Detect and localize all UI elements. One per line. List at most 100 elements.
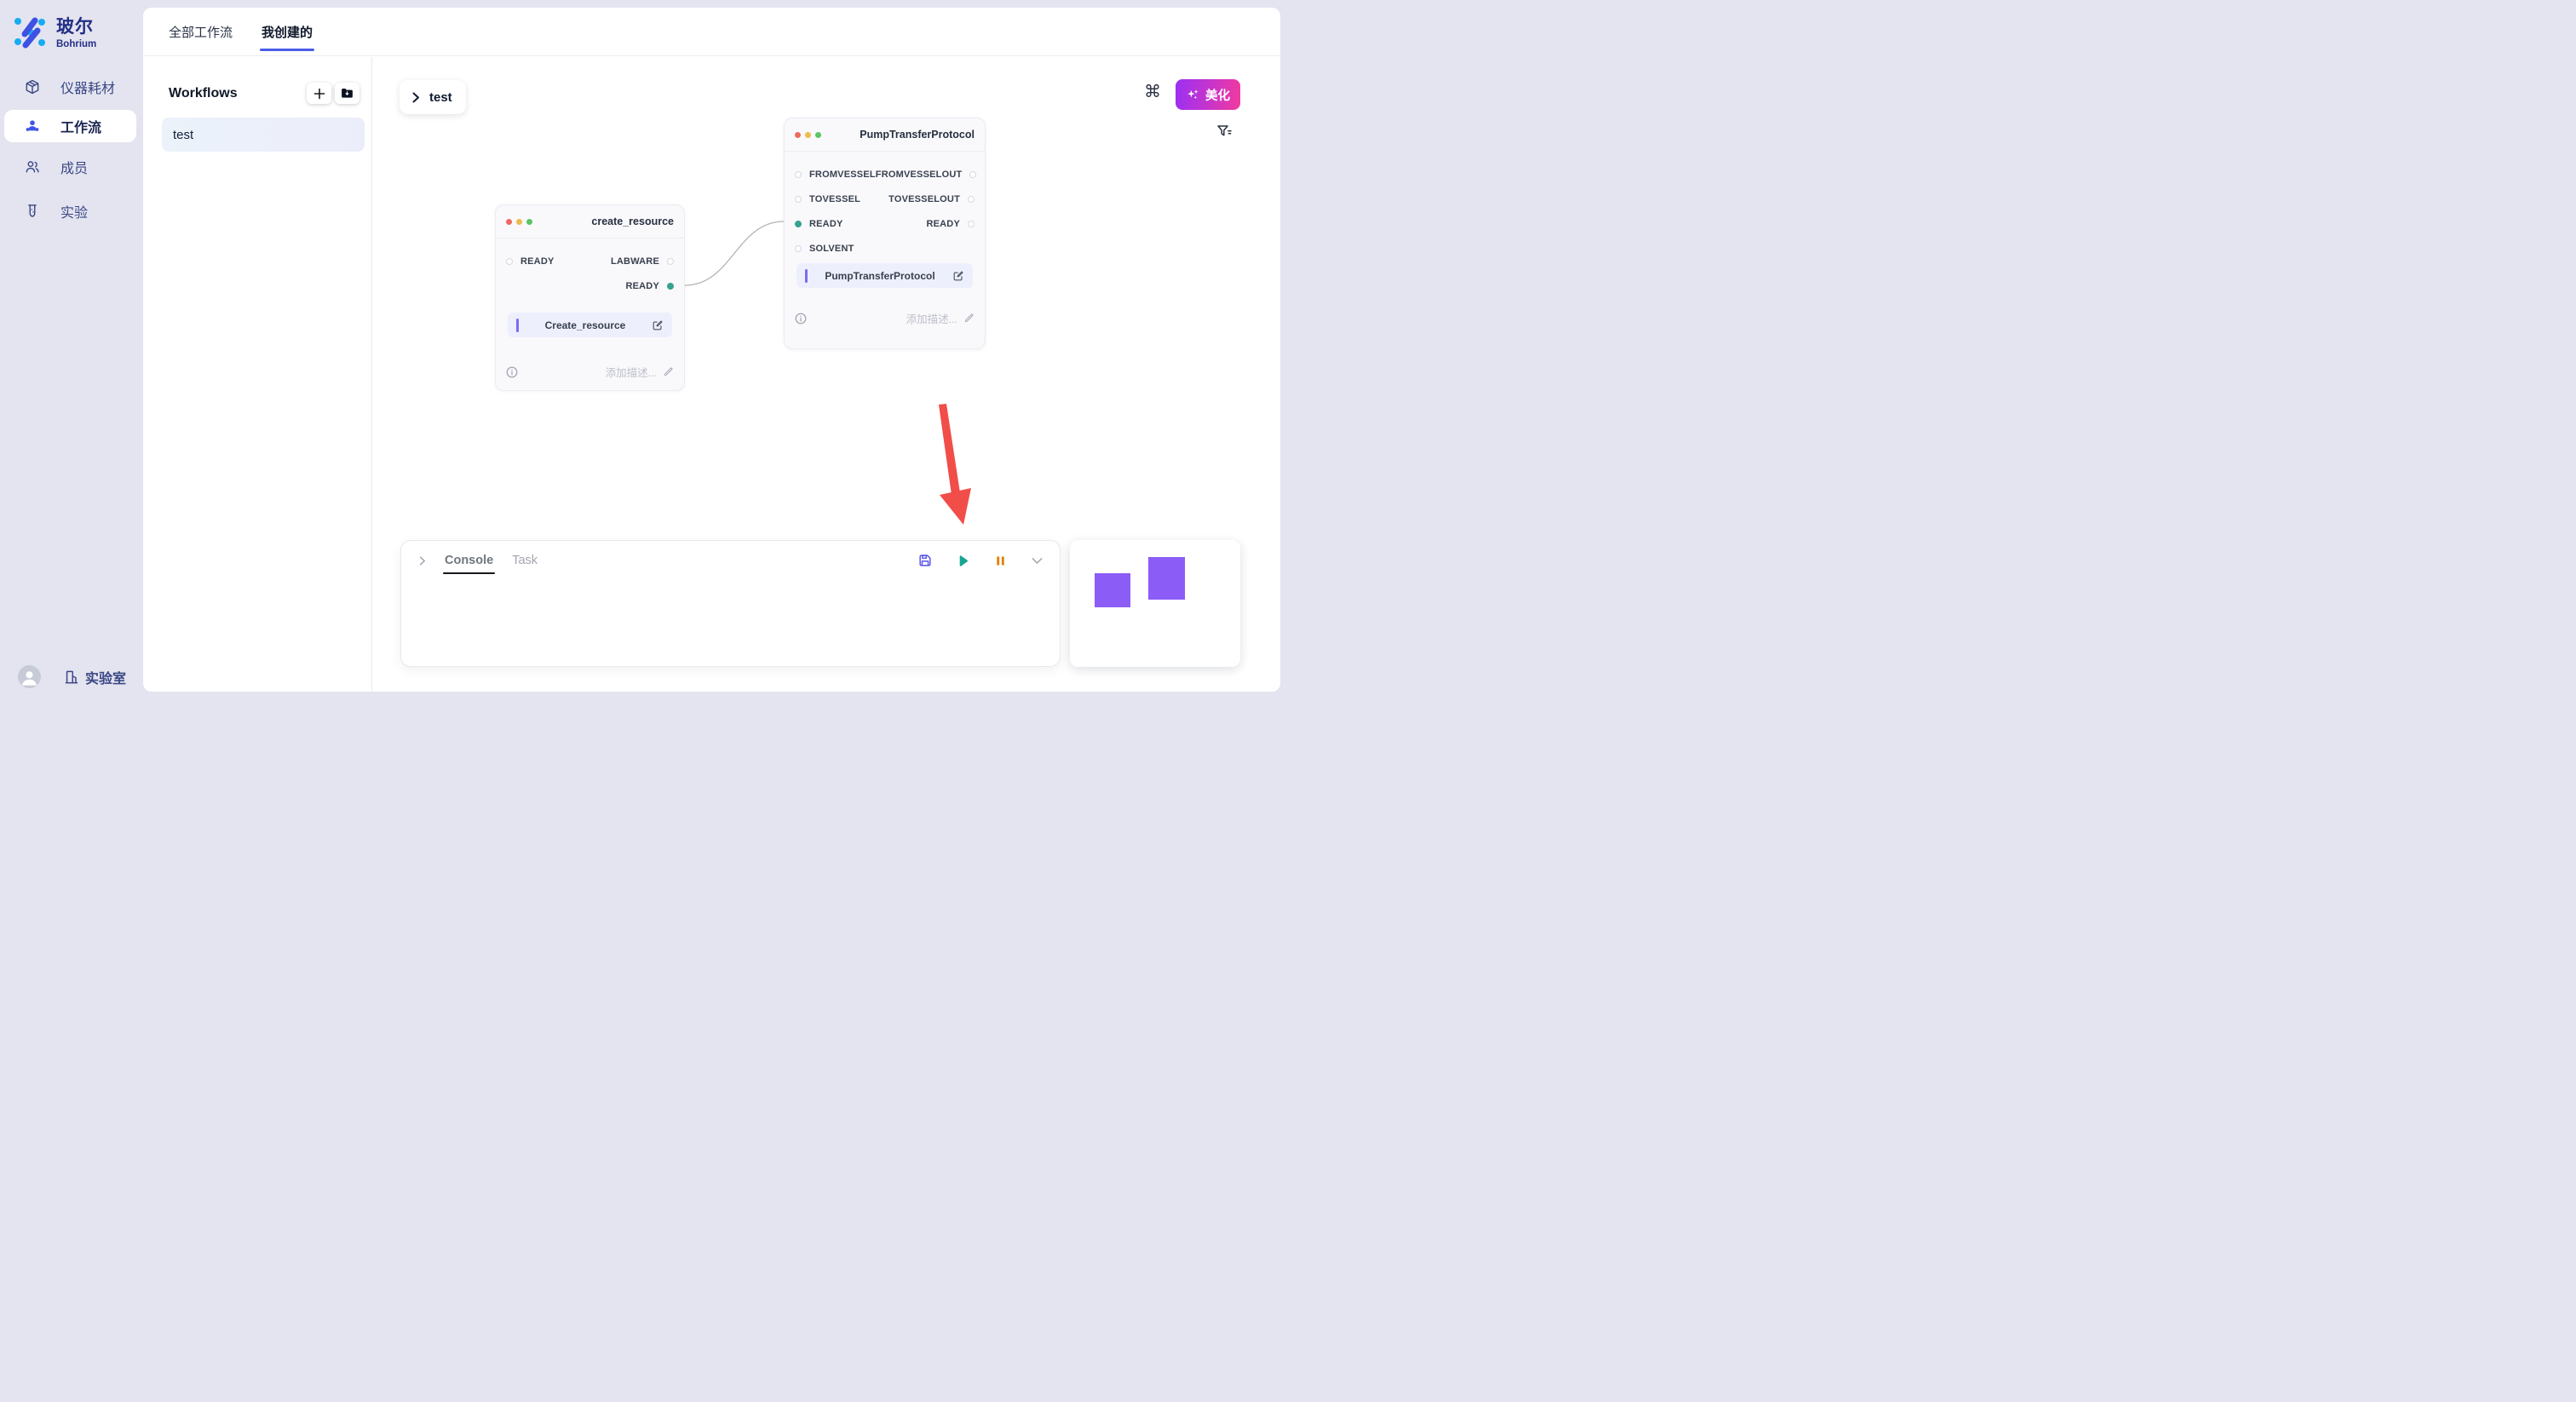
port-row: READY LABWARE (496, 249, 684, 273)
port-output-labware: LABWARE (611, 256, 674, 267)
node-action-button[interactable]: PumpTransferProtocol (796, 263, 973, 288)
brand: 玻尔 Bohrium (13, 13, 96, 49)
import-folder-button[interactable] (335, 83, 359, 104)
workflows-header: Workflows (169, 83, 359, 104)
description-placeholder-group[interactable]: 添加描述... (606, 364, 674, 380)
expand-chevron-icon[interactable] (417, 555, 428, 566)
workflows-panel: Workflows test (143, 57, 372, 692)
port-handle[interactable] (795, 171, 802, 178)
port-handle[interactable] (969, 171, 976, 178)
minimap-node-create-resource (1095, 573, 1130, 607)
pause-button[interactable] (993, 554, 1008, 568)
dot-green (815, 132, 821, 138)
run-button[interactable] (955, 553, 971, 569)
port-handle[interactable] (506, 258, 513, 265)
port-label: READY (926, 219, 960, 229)
sidebar-nav: 仪器耗材 工作流 成员 (0, 67, 141, 231)
command-palette-icon[interactable]: ⌘ (1144, 81, 1161, 101)
port-row: READY (496, 273, 684, 298)
dot-red (506, 219, 512, 225)
node-ports: READY LABWARE READY (496, 238, 684, 298)
node-action-button[interactable]: Create_resource (508, 313, 672, 337)
sidebar-item-experiments[interactable]: 实验 (0, 192, 141, 231)
workflow-list-item-test[interactable]: test (162, 118, 365, 152)
port-label: LABWARE (611, 256, 659, 267)
node-header: PumpTransferProtocol (785, 118, 985, 152)
sidebar-footer: 实验室 (18, 665, 126, 688)
description-placeholder: 添加描述... (906, 310, 957, 326)
console-tab-label: Console (445, 554, 493, 567)
sidebar-item-members[interactable]: 成员 (0, 147, 141, 187)
pause-icon (993, 554, 1008, 568)
brand-subtitle: Bohrium (56, 39, 96, 49)
node-pump-transfer-protocol[interactable]: PumpTransferProtocol FROMVESSEL FROMVESS… (784, 118, 986, 349)
minimap[interactable] (1070, 540, 1240, 667)
pencil-icon (963, 313, 975, 324)
port-label: READY (520, 256, 555, 267)
node-create-resource[interactable]: create_resource READY LABWARE (495, 204, 685, 391)
workflow-tabs: 全部工作流 我创建的 (143, 8, 1280, 56)
console-actions (917, 553, 1044, 569)
port-handle-connected[interactable] (667, 283, 674, 290)
sidebar-item-instruments[interactable]: 仪器耗材 (0, 67, 141, 106)
port-handle[interactable] (667, 258, 674, 265)
port-handle[interactable] (968, 196, 975, 203)
port-label: TOVESSEL (809, 194, 860, 204)
console-panel: Console Task (400, 540, 1061, 667)
sidebar-item-label: 工作流 (60, 116, 101, 136)
edit-icon[interactable] (652, 319, 664, 331)
port-label: READY (625, 281, 659, 291)
port-output-ready: READY (625, 281, 674, 291)
node-title: create_resource (591, 215, 674, 227)
info-icon[interactable] (795, 313, 807, 325)
workflow-item-label: test (173, 128, 193, 142)
dot-yellow (516, 219, 522, 225)
lab-switcher[interactable]: 实验室 (63, 667, 126, 687)
port-handle[interactable] (968, 221, 975, 227)
add-workflow-button[interactable] (307, 83, 331, 104)
beautify-button[interactable]: 美化 (1176, 79, 1240, 110)
brand-title: 玻尔 (56, 13, 96, 38)
tab-created-by-me[interactable]: 我创建的 (262, 8, 313, 55)
port-handle[interactable] (795, 196, 802, 203)
sidebar-item-label: 仪器耗材 (60, 77, 115, 97)
console-tab-label: Task (512, 554, 538, 567)
console-tab-console[interactable]: Console (443, 543, 495, 577)
port-input-ready: READY (795, 219, 843, 229)
collapse-button[interactable] (1030, 554, 1044, 568)
chevron-right-icon (411, 92, 420, 103)
port-input-solvent: SOLVENT (795, 244, 854, 254)
edge-create-to-pump (685, 221, 784, 285)
node-header: create_resource (496, 205, 684, 238)
tab-label: 我创建的 (262, 23, 313, 41)
info-icon[interactable] (506, 366, 518, 378)
description-placeholder-group[interactable]: 添加描述... (906, 310, 975, 326)
avatar[interactable] (18, 665, 41, 688)
sidebar-item-workflows[interactable]: 工作流 (4, 110, 136, 142)
port-input-ready: READY (506, 256, 555, 267)
sparkles-icon (1186, 88, 1200, 102)
node-ports: FROMVESSEL FROMVESSELOUT TOVESSEL (785, 152, 985, 261)
save-icon (917, 553, 933, 568)
port-output-tovesselout: TOVESSELOUT (888, 194, 975, 204)
sidebar: 玻尔 Bohrium 仪器耗材 工作流 (0, 0, 141, 701)
traffic-light-dots (795, 132, 821, 138)
bohrium-logo-icon (13, 14, 47, 49)
workflow-canvas[interactable]: test ⌘ 美化 (372, 57, 1280, 692)
node-footer: 添加描述... (795, 310, 975, 326)
port-output-fromvesselout: FROMVESSELOUT (876, 170, 977, 180)
breadcrumb[interactable]: test (400, 80, 466, 114)
edit-icon[interactable] (952, 270, 964, 282)
main-panel: 全部工作流 我创建的 Workflows (143, 8, 1280, 692)
node-title: PumpTransferProtocol (860, 129, 975, 141)
chevron-down-icon (1030, 554, 1044, 568)
tab-all-workflows[interactable]: 全部工作流 (169, 8, 233, 55)
content-row: Workflows test (143, 57, 1280, 692)
plus-icon (313, 88, 325, 100)
save-button[interactable] (917, 553, 933, 568)
console-tab-task[interactable]: Task (510, 543, 539, 577)
port-label: FROMVESSELOUT (876, 170, 963, 180)
port-handle-connected[interactable] (795, 221, 802, 227)
filter-icon[interactable] (1216, 123, 1233, 140)
port-handle[interactable] (795, 245, 802, 252)
